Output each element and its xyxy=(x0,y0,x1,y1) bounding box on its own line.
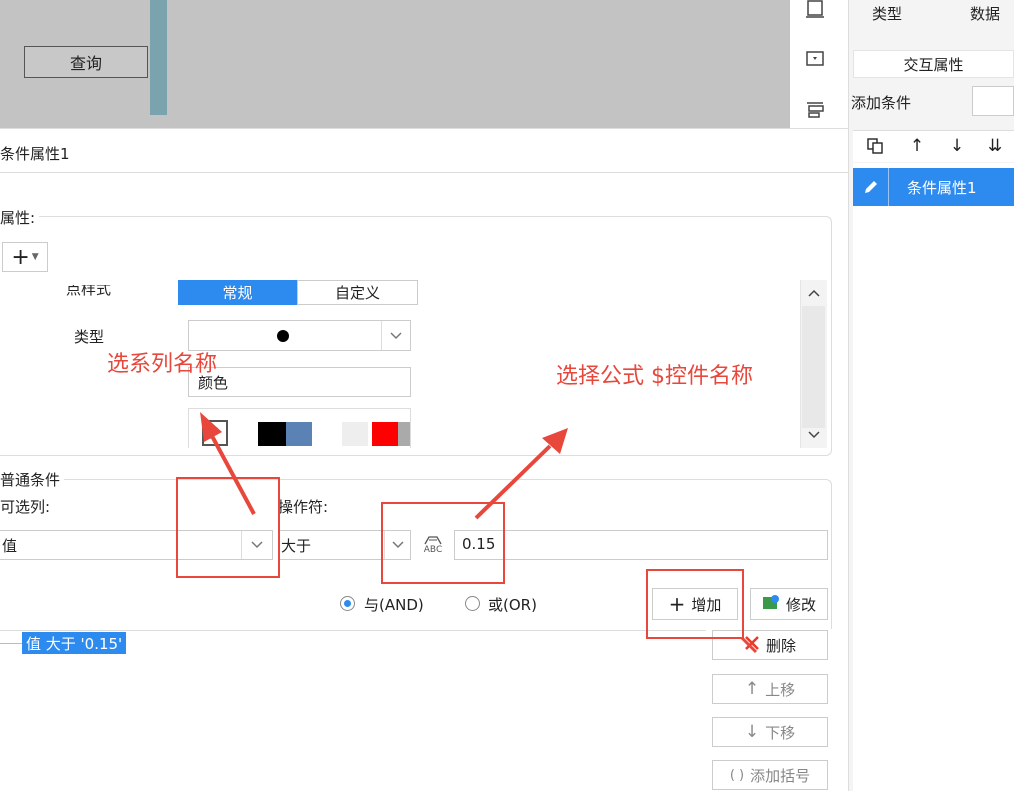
edit-icon xyxy=(762,594,780,614)
annotation-box-value xyxy=(381,502,505,584)
radio-or[interactable] xyxy=(465,596,480,611)
radio-and-label[interactable]: 与(AND) xyxy=(364,594,424,615)
move-bottom-icon[interactable]: ⇊ xyxy=(984,134,1006,158)
color-swatch[interactable] xyxy=(342,422,368,446)
layout-icon[interactable] xyxy=(800,94,830,124)
color-swatch[interactable] xyxy=(316,422,342,446)
style-custom-tab[interactable]: 自定义 xyxy=(297,280,418,305)
normal-conditions-label: 普通条件 xyxy=(0,469,65,490)
add-attribute-button[interactable]: + ▼ xyxy=(2,242,48,272)
bracket-icon: ( ) xyxy=(729,767,745,783)
interact-attr-header[interactable]: 交互属性 xyxy=(853,50,1014,78)
column-select-value: 值 xyxy=(2,537,18,555)
style-normal-tab[interactable]: 常规 xyxy=(178,280,297,305)
operator-select-value: 大于 xyxy=(281,537,312,555)
radio-and[interactable] xyxy=(340,596,355,611)
edit-condition-button[interactable]: 修改 xyxy=(750,588,828,620)
tab-data[interactable]: 数据 xyxy=(970,3,1000,24)
value-input[interactable] xyxy=(454,530,828,560)
arrow-down-icon: ↓ xyxy=(744,722,760,742)
annotation-box-add xyxy=(646,569,744,639)
chevron-up-icon[interactable] xyxy=(800,282,827,304)
annotation-series-note: 选系列名称 xyxy=(107,352,218,377)
color-swatch[interactable] xyxy=(258,422,286,446)
chevron-down-icon[interactable] xyxy=(800,424,827,446)
pencil-icon[interactable] xyxy=(853,168,889,206)
move-up-label: 上移 xyxy=(765,680,796,699)
delete-button-label: 删除 xyxy=(765,636,796,655)
frame-icon[interactable] xyxy=(800,0,830,24)
divider xyxy=(0,172,848,173)
add-bracket-button[interactable]: ( ) 添加括号 xyxy=(712,760,828,790)
edit-button-label: 修改 xyxy=(785,595,816,614)
type-select[interactable] xyxy=(188,320,411,351)
condition-list xyxy=(853,163,1014,791)
arrow-up-icon: ↑ xyxy=(744,679,760,699)
condition-list-item[interactable]: 条件属性1 xyxy=(853,168,1014,206)
chevron-down-icon[interactable] xyxy=(381,321,410,350)
add-condition-input[interactable] xyxy=(972,86,1014,116)
chevron-down-icon: ▼ xyxy=(31,252,39,262)
copy-icon[interactable] xyxy=(864,134,886,158)
condition-tree-item[interactable]: 值 大于 '0.15' xyxy=(22,632,127,654)
operator-label: 操作符: xyxy=(278,498,329,516)
query-button[interactable]: 查询 xyxy=(24,46,148,78)
tree-line xyxy=(0,643,22,644)
color-swatch[interactable] xyxy=(398,422,410,446)
condition-tree xyxy=(0,630,706,791)
move-down-icon[interactable]: ↓ xyxy=(946,134,968,158)
condition-list-item-label: 条件属性1 xyxy=(907,178,977,197)
color-swatch[interactable] xyxy=(372,422,398,446)
preview-bar xyxy=(150,0,167,115)
tab-type[interactable]: 类型 xyxy=(872,3,902,24)
add-condition-label: 添加条件 xyxy=(851,94,912,112)
column-label: 可选列: xyxy=(0,498,51,516)
add-bracket-label: 添加括号 xyxy=(750,766,811,785)
radio-or-label[interactable]: 或(OR) xyxy=(488,594,537,615)
move-down-button[interactable]: ↓ 下移 xyxy=(712,717,828,747)
color-swatch[interactable] xyxy=(286,422,312,446)
type-label: 类型 xyxy=(74,328,105,346)
move-up-icon[interactable]: ↑ xyxy=(906,134,928,158)
dialog-title: 条件属性1 xyxy=(0,145,70,163)
move-up-button[interactable]: ↑ 上移 xyxy=(712,674,828,704)
widget-icon[interactable] xyxy=(800,44,830,74)
attribute-section-label: 属性: xyxy=(0,207,40,228)
scrollbar-thumb[interactable] xyxy=(802,306,825,428)
radio-dot xyxy=(344,600,351,607)
circle-marker-icon xyxy=(277,330,289,342)
move-down-label: 下移 xyxy=(765,723,796,742)
annotation-box-column xyxy=(176,477,280,578)
delete-icon xyxy=(744,635,760,655)
plus-icon: + xyxy=(11,244,30,270)
annotation-formula-note: 选择公式 $控件名称 xyxy=(556,364,753,389)
color-picker-icon[interactable] xyxy=(202,420,228,446)
